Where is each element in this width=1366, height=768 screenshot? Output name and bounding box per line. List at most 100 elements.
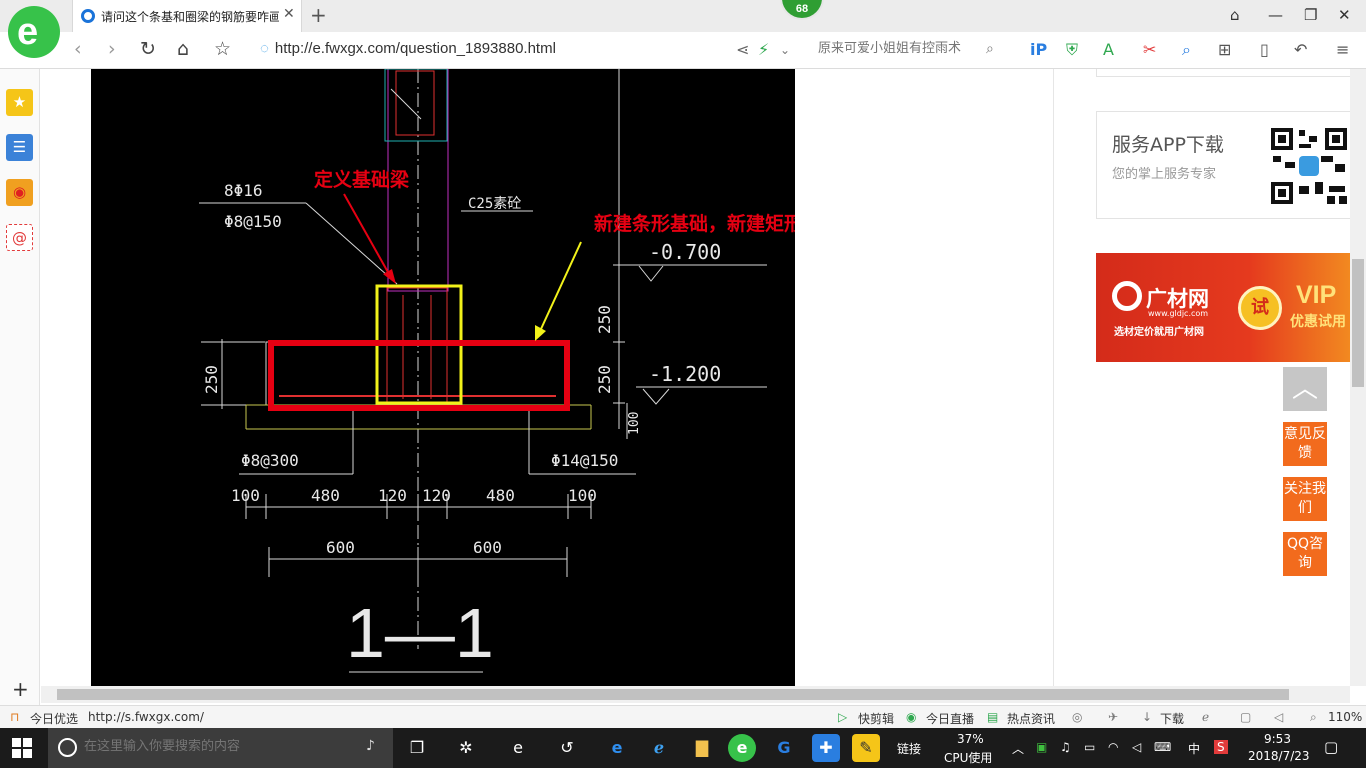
mute-icon[interactable]: ◁ <box>1274 710 1283 724</box>
forward-arrow-icon[interactable]: › <box>108 38 116 60</box>
today-picks-link[interactable]: 今日优选 <box>30 710 78 727</box>
cad-label-elevation-1: -0.700 <box>649 240 721 264</box>
quick-edit-link[interactable]: 快剪辑 <box>858 710 894 727</box>
magnifier-tool-icon[interactable]: ⌕ <box>1182 40 1191 60</box>
shirt-icon[interactable]: ⌂ <box>1230 6 1240 24</box>
browser-logo-icon[interactable]: e <box>8 6 60 58</box>
edge-icon[interactable]: e <box>603 734 631 762</box>
internet-explorer-icon[interactable]: ℯ <box>645 734 673 762</box>
tray-expand-icon[interactable]: ︿ <box>1012 740 1024 757</box>
footing-highlight-box <box>268 340 570 411</box>
360-browser-taskbar-icon[interactable]: e <box>728 734 756 762</box>
notes-app-icon[interactable]: ✎ <box>852 734 880 762</box>
qr-code-icon <box>1269 126 1349 206</box>
back-arrow-icon[interactable]: ‹ <box>74 38 82 60</box>
app-download-card[interactable]: 服务APP下载 您的掌上服务专家 <box>1096 111 1350 219</box>
tablet-icon[interactable]: ▯ <box>1260 40 1269 59</box>
cad-label-elevation-2: -1.200 <box>649 362 721 386</box>
keyboard-icon[interactable]: ⌨ <box>1154 740 1171 754</box>
tab-close-icon[interactable]: ✕ <box>283 6 295 22</box>
notification-badge[interactable]: 68 <box>780 0 824 20</box>
clock-date[interactable]: 2018/7/23 <box>1248 749 1310 763</box>
browser-tab[interactable]: 请问这个条基和圈梁的钢筋要咋画 ✕ <box>72 0 302 32</box>
search-icon[interactable]: ⌕ <box>986 41 994 57</box>
task-view-icon[interactable]: ❐ <box>403 734 431 762</box>
swirl-app-icon[interactable]: ↺ <box>553 734 581 762</box>
horizontal-scroll-thumb[interactable] <box>57 689 1289 700</box>
battery-icon[interactable]: ▭ <box>1084 740 1095 754</box>
live-link[interactable]: 今日直播 <box>926 710 974 727</box>
vertical-scroll-thumb[interactable] <box>1352 259 1364 387</box>
mail-icon[interactable]: @ <box>6 224 33 251</box>
lightning-icon[interactable]: ⚡ <box>758 40 769 59</box>
refresh-icon[interactable]: ↻ <box>140 38 156 60</box>
speed-icon[interactable]: ◎ <box>1072 710 1082 724</box>
hot-news-link[interactable]: 热点资讯 <box>1007 710 1055 727</box>
cad-label-rebar-bottom-right: Φ14@150 <box>551 451 618 470</box>
favorites-star-icon[interactable]: ★ <box>6 89 33 116</box>
apps-grid-icon[interactable]: ⊞ <box>1218 40 1231 59</box>
news-icon: ▤ <box>987 710 999 724</box>
ad-url: www.gldjc.com <box>1148 309 1209 318</box>
scissors-icon[interactable]: ✂ <box>1143 40 1156 59</box>
cad-dim-row1-3: 120 <box>422 486 451 505</box>
pin-icon[interactable]: ✈ <box>1108 710 1118 724</box>
glodon-app-icon[interactable]: G <box>770 734 798 762</box>
file-explorer-icon[interactable]: ▇ <box>688 734 716 762</box>
pinwheel-app-icon[interactable]: ✲ <box>452 734 480 762</box>
taskbar-search[interactable]: ♪ <box>48 728 393 768</box>
bell-icon[interactable]: ♫ <box>1060 740 1071 754</box>
reading-list-icon[interactable]: ☰ <box>6 134 33 161</box>
zoom-level[interactable]: 110% <box>1328 710 1362 724</box>
download-link[interactable]: 下载 <box>1160 710 1184 727</box>
notification-center-icon[interactable]: ▢ <box>1324 738 1338 756</box>
undo-icon[interactable]: ↶ <box>1294 40 1307 59</box>
cad-label-stirrup: Φ8@150 <box>224 212 282 231</box>
vertical-scrollbar[interactable] <box>1350 69 1366 686</box>
app-download-title: 服务APP下载 <box>1112 134 1224 156</box>
ie-mode-icon[interactable]: ℯ <box>1202 710 1209 724</box>
ime-mode[interactable]: 中 <box>1188 740 1200 757</box>
new-tab-button[interactable]: + <box>310 3 327 27</box>
feedback-button[interactable]: 意见反馈 <box>1283 422 1327 466</box>
wifi-icon[interactable]: ◠ <box>1108 740 1118 754</box>
window-icon[interactable]: ▢ <box>1240 710 1251 724</box>
close-window-button[interactable]: ✕ <box>1338 6 1351 24</box>
minimize-window-button[interactable]: — <box>1268 6 1283 24</box>
sogou-ime-icon[interactable]: S <box>1214 740 1228 754</box>
chevron-down-icon[interactable]: ⌄ <box>780 43 790 57</box>
clock-time[interactable]: 9:53 <box>1264 732 1291 746</box>
cross-app-icon[interactable]: ✚ <box>812 734 840 762</box>
horizontal-scrollbar[interactable] <box>41 686 1350 703</box>
left-sidebar: ★ ☰ ◉ @ + <box>0 69 40 705</box>
cad-dim-right-100: 100 <box>627 412 642 435</box>
shield-icon[interactable]: ⛨ <box>1066 40 1078 60</box>
volume-icon[interactable]: ◁ <box>1132 740 1141 754</box>
windows-start-icon[interactable] <box>12 738 32 758</box>
ip-tool-icon[interactable]: iP <box>1030 40 1047 59</box>
tray-app-icon[interactable]: ▣ <box>1036 740 1047 754</box>
sidebar-add-icon[interactable]: + <box>12 677 29 701</box>
microphone-icon[interactable]: ♪ <box>366 738 375 754</box>
ie-app-icon[interactable]: e <box>504 734 532 762</box>
follow-us-button[interactable]: 关注我们 <box>1283 477 1327 521</box>
zoom-icon: ⌕ <box>1310 710 1317 724</box>
back-to-top-button[interactable]: ︿ <box>1283 367 1327 411</box>
live-icon: ◉ <box>906 710 917 724</box>
weibo-icon[interactable]: ◉ <box>6 179 33 206</box>
restore-window-button[interactable]: ❐ <box>1304 6 1317 24</box>
share-icon[interactable]: ⋖ <box>736 40 749 59</box>
home-icon[interactable]: ⌂ <box>177 38 189 60</box>
cad-label-rebar-bottom-left: Φ8@300 <box>241 451 299 470</box>
menu-icon[interactable]: ≡ <box>1336 40 1349 59</box>
favorite-star-icon[interactable]: ☆ <box>214 38 231 60</box>
translate-icon[interactable]: A <box>1103 40 1114 59</box>
cortana-icon <box>58 738 77 757</box>
guangcai-ad-banner[interactable]: 广材网 www.gldjc.com 选材定价就用广材网 试 VIP 优惠试用 <box>1096 253 1350 362</box>
taskbar-search-input[interactable] <box>84 739 364 754</box>
search-box[interactable]: ⌕ <box>810 38 1010 62</box>
address-bar[interactable]: ◌ http://e.fwxgx.com/question_1893880.htm… <box>260 40 556 57</box>
search-input[interactable] <box>810 38 980 59</box>
taskbar-link-label[interactable]: 链接 <box>897 740 921 757</box>
qq-consult-button[interactable]: QQ咨询 <box>1283 532 1327 576</box>
